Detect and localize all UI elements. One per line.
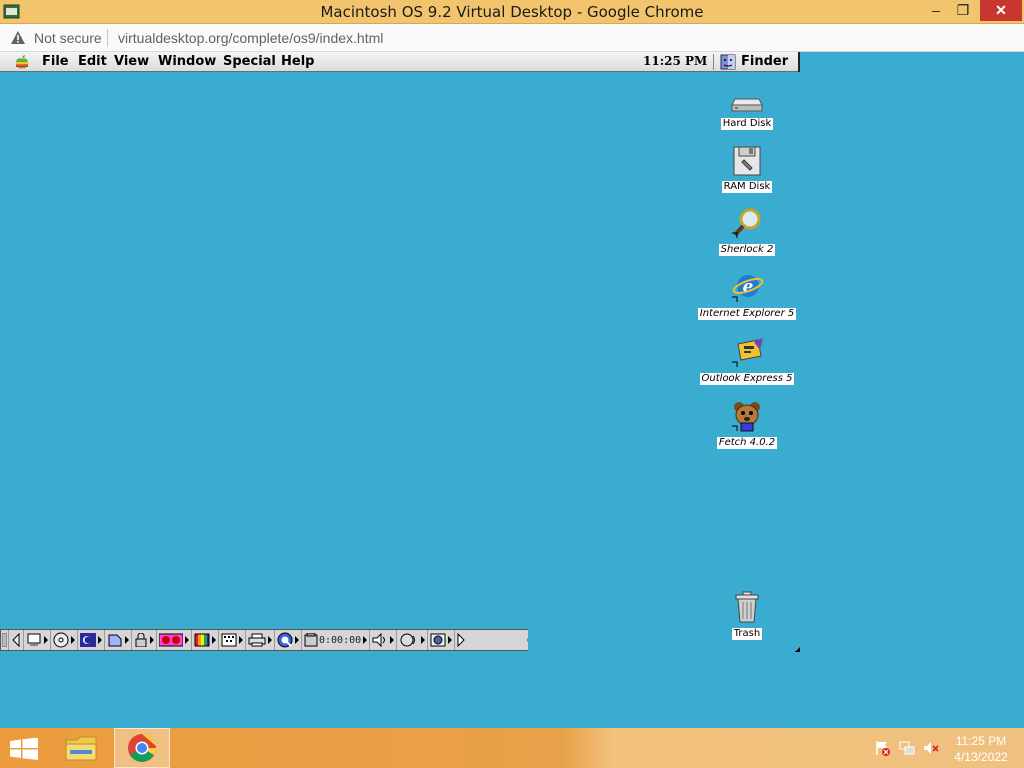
- outlook-express-icon: [732, 338, 763, 367]
- mac-menubar: File Edit View Window Special Help 11:25…: [0, 52, 800, 72]
- appletalk-icon: [80, 633, 96, 647]
- fetch-label: Fetch 4.0.2: [716, 437, 778, 449]
- speaker-icon: [372, 633, 386, 647]
- ram-disk-icon: [733, 146, 761, 176]
- address-divider: [107, 29, 108, 47]
- color-depth-icon: [194, 633, 210, 647]
- finder-icon[interactable]: [720, 54, 736, 70]
- strip-collapse-button[interactable]: [9, 630, 24, 650]
- taskbar-file-explorer[interactable]: [60, 728, 104, 768]
- active-app-label[interactable]: Finder: [741, 54, 788, 69]
- sherlock-2[interactable]: Sherlock 2: [692, 207, 802, 257]
- sherlock-icon: [732, 208, 761, 238]
- address-bar[interactable]: Not secure virtualdesktop.org/complete/o…: [0, 24, 1024, 52]
- strip-keychain-control[interactable]: [132, 630, 157, 650]
- strip-monitor-control[interactable]: [24, 630, 51, 650]
- taskbar-date: 4/13/2022: [954, 750, 1008, 764]
- menu-view[interactable]: View: [114, 54, 149, 69]
- maximize-button[interactable]: ❐: [950, 0, 976, 21]
- action-center-flag-icon[interactable]: [874, 740, 890, 756]
- strip-printer-control[interactable]: [246, 630, 275, 650]
- strip-volume-control[interactable]: [370, 630, 398, 650]
- strip-speech-control[interactable]: [397, 630, 429, 650]
- internet-explorer-label: Internet Explorer 5: [697, 308, 797, 320]
- strip-expand-button[interactable]: [455, 630, 467, 650]
- outlook-express-5[interactable]: Outlook Express 5: [692, 338, 802, 386]
- menu-help[interactable]: Help: [281, 54, 314, 69]
- strip-file-sharing-control[interactable]: [105, 630, 132, 650]
- security-status[interactable]: Not secure: [34, 30, 102, 46]
- volume-muted-icon[interactable]: [923, 740, 939, 756]
- taskbar-time: 11:25 PM: [955, 734, 1007, 748]
- menubar-edge: [798, 52, 800, 72]
- fetch-4-0-2[interactable]: Fetch 4.0.2: [692, 400, 802, 450]
- collapse-arrow-icon: [12, 633, 20, 647]
- resolution-icon: [221, 633, 237, 647]
- warning-icon[interactable]: [10, 30, 26, 46]
- timer-icon: [304, 633, 318, 647]
- web-sharing-icon: [430, 633, 446, 647]
- internet-explorer-5[interactable]: e Internet Explorer 5: [692, 271, 802, 321]
- strip-appletalk-control[interactable]: [78, 630, 105, 650]
- taskbar-chrome[interactable]: [114, 728, 170, 768]
- location-manager-icon: [159, 633, 183, 647]
- network-icon[interactable]: [899, 740, 915, 756]
- strip-location-control[interactable]: [157, 630, 192, 650]
- hard-disk-icon: [731, 98, 763, 112]
- desktop-resize-corner[interactable]: [795, 647, 800, 652]
- ram-disk[interactable]: RAM Disk: [692, 146, 802, 194]
- strip-web-sharing-control[interactable]: [428, 630, 456, 650]
- trash[interactable]: Trash: [692, 591, 802, 641]
- ram-disk-label: RAM Disk: [721, 181, 773, 193]
- menu-window[interactable]: Window: [158, 54, 216, 69]
- browser-titlebar: Macintosh OS 9.2 Virtual Desktop - Googl…: [0, 0, 1024, 24]
- strip-cd-control[interactable]: [51, 630, 78, 650]
- menu-special[interactable]: Special: [223, 54, 276, 69]
- minimize-button[interactable]: –: [922, 0, 950, 21]
- apple-menu-icon[interactable]: [14, 54, 30, 70]
- menubar-divider: [713, 54, 714, 70]
- control-strip: 0:00:00: [0, 629, 528, 651]
- menu-file[interactable]: File: [42, 54, 69, 69]
- printer-icon: [248, 633, 266, 647]
- taskbar-clock[interactable]: 11:25 PM 4/13/2022: [950, 733, 1012, 765]
- menubar-clock[interactable]: 11:25 PM: [643, 54, 707, 68]
- monitor-icon: [27, 633, 41, 646]
- windows-start-icon[interactable]: [10, 738, 38, 760]
- lock-icon: [135, 633, 147, 647]
- expand-arrow-icon: [457, 633, 465, 647]
- trash-icon: [735, 591, 759, 623]
- internet-explorer-icon: e: [732, 275, 764, 302]
- sherlock-label: Sherlock 2: [718, 244, 776, 256]
- strip-color-depth-control[interactable]: [192, 630, 219, 650]
- strip-timer-control[interactable]: 0:00:00: [302, 630, 371, 650]
- file-sharing-icon: [108, 634, 122, 647]
- outlook-express-label: Outlook Express 5: [699, 373, 795, 385]
- hard-disk-label: Hard Disk: [720, 118, 774, 130]
- chrome-icon: [128, 734, 157, 762]
- windows-taskbar: 11:25 PM 4/13/2022: [0, 728, 1024, 768]
- trash-label: Trash: [731, 628, 763, 640]
- strip-resolution-control[interactable]: [219, 630, 246, 650]
- cd-icon: [53, 632, 69, 648]
- speech-icon: [400, 633, 416, 647]
- window-title: Macintosh OS 9.2 Virtual Desktop - Googl…: [320, 3, 704, 21]
- strip-handle[interactable]: [1, 630, 9, 650]
- hard-disk[interactable]: Hard Disk: [692, 93, 802, 131]
- menu-edit[interactable]: Edit: [78, 54, 107, 69]
- close-button[interactable]: ✕: [980, 0, 1022, 21]
- strip-quicktime-control[interactable]: [275, 630, 302, 650]
- quicktime-icon: [277, 632, 293, 648]
- timer-readout: 0:00:00: [319, 634, 362, 646]
- folder-icon: [65, 736, 97, 761]
- fetch-icon: [732, 402, 760, 432]
- url-text[interactable]: virtualdesktop.org/complete/os9/index.ht…: [118, 30, 383, 46]
